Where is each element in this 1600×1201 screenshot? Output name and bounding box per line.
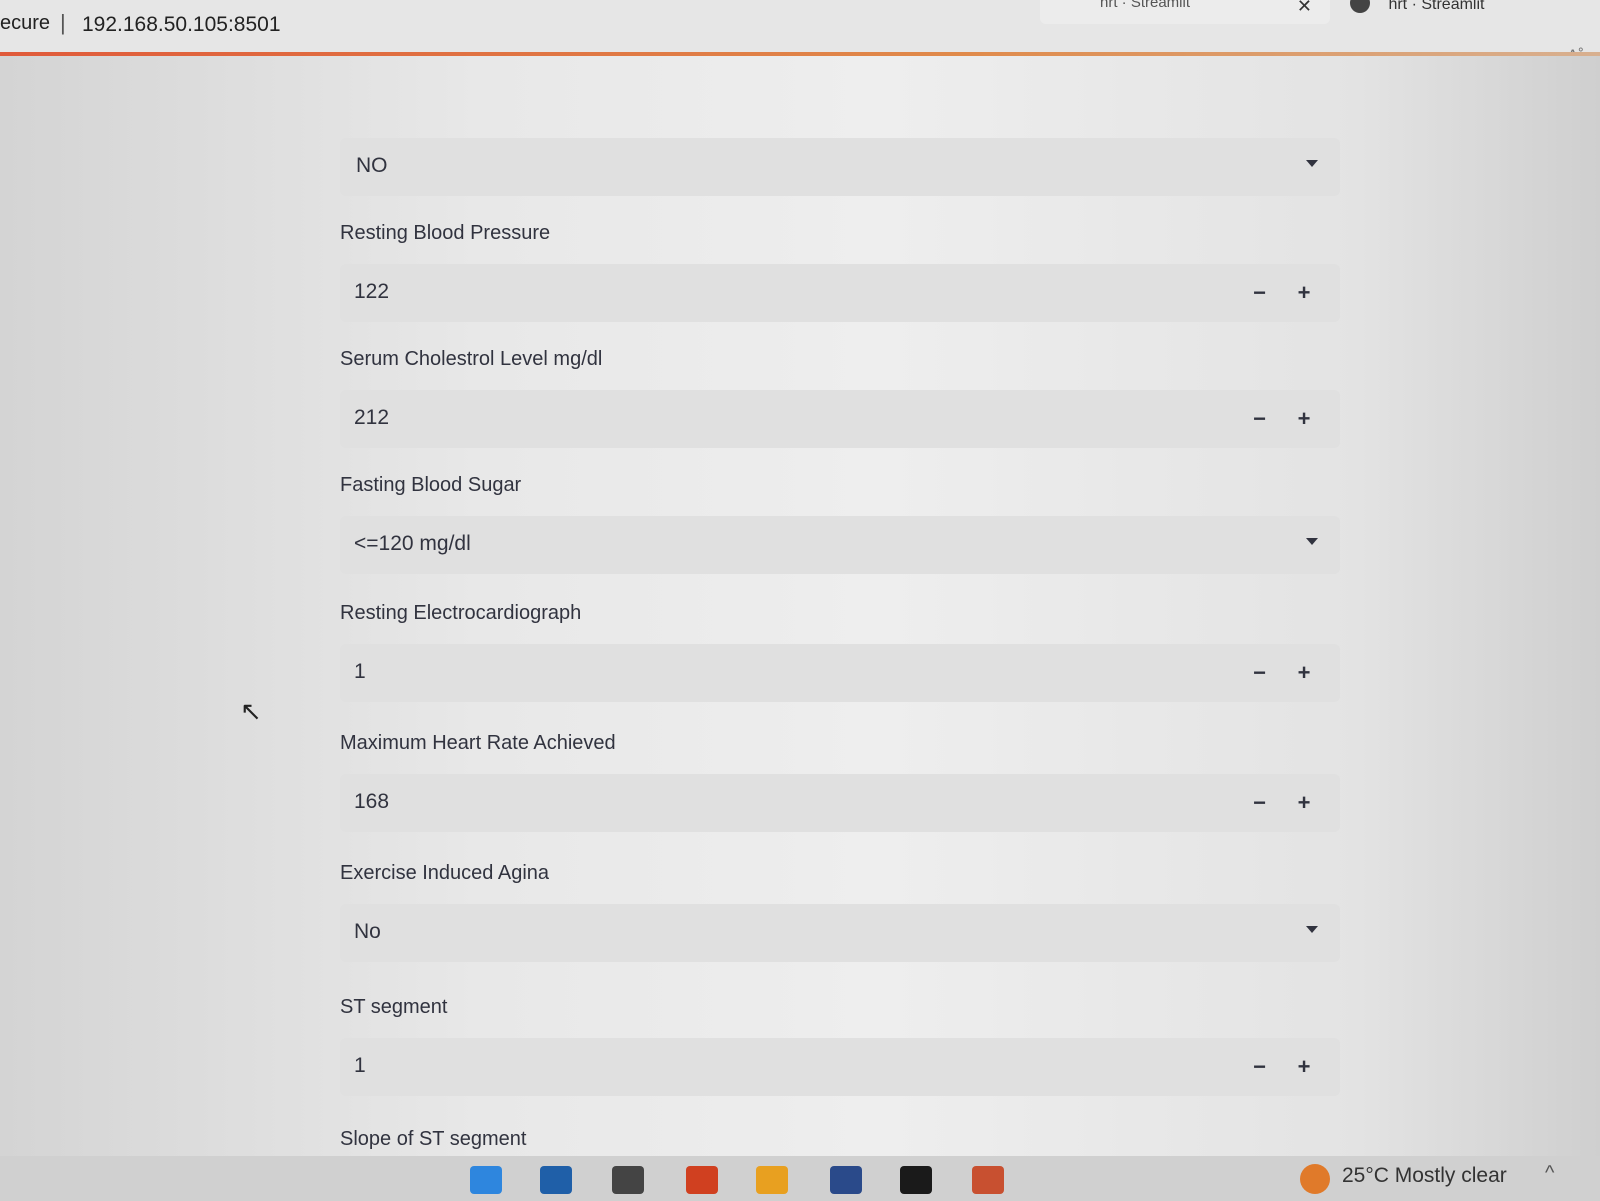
number-stepper: − + xyxy=(1240,654,1324,692)
increment-button[interactable]: + xyxy=(1284,1048,1324,1086)
edge-icon[interactable] xyxy=(470,1166,502,1194)
input-value[interactable]: 1 xyxy=(354,660,366,684)
angina-select[interactable]: No xyxy=(340,904,1340,962)
streamlit-main: NO Resting Blood Pressure 122 − + Serum … xyxy=(0,56,1600,1156)
slope-label: Slope of ST segment xyxy=(340,1128,527,1150)
increment-button[interactable]: + xyxy=(1284,784,1324,822)
angina-label: Exercise Induced Agina xyxy=(340,862,550,884)
tab-favicon-icon xyxy=(1350,0,1370,13)
increment-button[interactable]: + xyxy=(1284,400,1324,438)
ecg-input[interactable]: 1 − + xyxy=(340,644,1340,702)
mouse-cursor-icon: ↖ xyxy=(240,696,262,726)
app-icon-2[interactable] xyxy=(972,1166,1004,1194)
cholesterol-input[interactable]: 212 − + xyxy=(340,390,1340,448)
decrement-button[interactable]: − xyxy=(1240,1048,1280,1086)
pycharm-icon[interactable] xyxy=(900,1166,932,1194)
decrement-button[interactable]: − xyxy=(1240,784,1280,822)
select-value: <=120 mg/dl xyxy=(354,532,471,555)
input-value[interactable]: 1 xyxy=(354,1054,366,1078)
office-icon[interactable] xyxy=(686,1166,718,1194)
number-stepper: − + xyxy=(1240,784,1324,822)
number-stepper: − + xyxy=(1240,274,1324,312)
input-value[interactable]: 212 xyxy=(354,406,389,430)
top-select[interactable]: NO xyxy=(340,138,1340,196)
fbs-label: Fasting Blood Sugar xyxy=(340,474,522,496)
number-stepper: − + xyxy=(1240,1048,1324,1086)
address-security-text[interactable]: ecure xyxy=(0,12,50,35)
close-icon[interactable]: ✕ xyxy=(1297,0,1312,17)
decrement-button[interactable]: − xyxy=(1240,654,1280,692)
select-value: NO xyxy=(356,154,388,177)
decrement-button[interactable]: − xyxy=(1240,400,1280,438)
input-value[interactable]: 168 xyxy=(354,790,389,814)
fbs-select[interactable]: <=120 mg/dl xyxy=(340,516,1340,574)
st-label: ST segment xyxy=(340,996,448,1018)
address-bar-url[interactable]: 192.168.50.105:8501 xyxy=(82,13,281,37)
number-stepper: − + xyxy=(1240,400,1324,438)
max-hr-label: Maximum Heart Rate Achieved xyxy=(340,732,616,754)
chevron-down-icon xyxy=(1306,538,1318,545)
increment-button[interactable]: + xyxy=(1284,274,1324,312)
max-hr-input[interactable]: 168 − + xyxy=(340,774,1340,832)
input-value[interactable]: 122 xyxy=(354,280,389,304)
browser-tab-active[interactable]: hrt · Streamlit xyxy=(1350,0,1484,24)
ecg-label: Resting Electrocardiograph xyxy=(340,602,582,624)
resting-bp-label: Resting Blood Pressure xyxy=(340,222,551,244)
decrement-button[interactable]: − xyxy=(1240,274,1280,312)
st-input[interactable]: 1 − + xyxy=(340,1038,1340,1096)
cholesterol-label: Serum Cholestrol Level mg/dl xyxy=(340,348,603,370)
resting-bp-input[interactable]: 122 − + xyxy=(340,264,1340,322)
browser-tab[interactable]: hrt · Streamlit ✕ xyxy=(1040,0,1330,24)
tray-expand-icon[interactable]: ^ xyxy=(1545,1162,1554,1185)
weather-text[interactable]: 25°C Mostly clear xyxy=(1342,1164,1507,1188)
windows-taskbar: 25°C Mostly clear ^ xyxy=(0,1156,1600,1201)
increment-button[interactable]: + xyxy=(1284,654,1324,692)
chevron-down-icon xyxy=(1306,160,1318,167)
select-value: No xyxy=(354,920,381,943)
tab-label: hrt · Streamlit xyxy=(1100,0,1191,11)
file-explorer-icon[interactable] xyxy=(756,1166,788,1194)
weather-icon[interactable] xyxy=(1300,1164,1330,1194)
media-icon[interactable] xyxy=(612,1166,644,1194)
browser-toolbar: ecure | 192.168.50.105:8501 hrt · Stream… xyxy=(0,0,1600,65)
tab-label: hrt · Streamlit xyxy=(1388,0,1485,13)
mail-icon[interactable] xyxy=(540,1166,572,1194)
app-icon[interactable] xyxy=(830,1166,862,1194)
address-separator: | xyxy=(60,10,66,35)
chevron-down-icon xyxy=(1306,926,1318,933)
